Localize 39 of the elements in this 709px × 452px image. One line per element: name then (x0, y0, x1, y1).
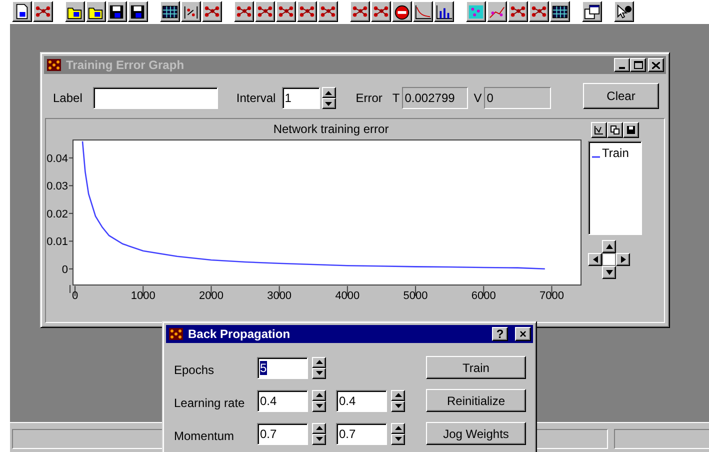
validation-label: V (474, 91, 482, 105)
clear-button[interactable]: Clear (583, 83, 659, 109)
number-field[interactable]: 0.7 (257, 422, 308, 444)
error-label: Error (356, 91, 382, 105)
dialog-title: Back Propagation (188, 327, 292, 341)
field-label: Epochs (174, 362, 216, 376)
field-label: Interval (236, 91, 276, 105)
number-field[interactable]: 0.4 (336, 390, 387, 412)
y-tick-label: 0.03 (46, 180, 68, 193)
y-tick-label: 0.01 (46, 236, 68, 248)
y-tick-label: 0.02 (46, 208, 68, 220)
action-button[interactable]: Train (426, 356, 526, 379)
chart-title: Network training error (273, 121, 389, 137)
x-tick-label: 3000 (267, 290, 292, 302)
field-label: Momentum (174, 428, 236, 442)
action-button[interactable]: Jog Weights (426, 422, 526, 445)
y-tick-label: 0 (62, 264, 68, 276)
x-tick-label: 5000 (403, 290, 428, 302)
number-field[interactable]: 0.4 (257, 390, 308, 412)
x-tick-label: 7000 (540, 290, 564, 302)
number-field[interactable]: 5 (257, 356, 308, 378)
y-tick-label: 0.04 (46, 152, 68, 165)
x-tick-label: 4000 (335, 290, 360, 302)
x-tick-label: 2000 (198, 290, 224, 302)
field-label: Learning rate (174, 394, 246, 410)
validation-error-field: 0 (484, 87, 551, 109)
close-button[interactable]: × (515, 327, 531, 341)
train-label: T (392, 91, 400, 105)
field-label: Label (53, 91, 82, 105)
x-tick-label: 1000 (130, 290, 156, 302)
number-field[interactable]: 0.7 (336, 422, 387, 444)
x-tick-label: 6000 (471, 290, 496, 302)
help-button[interactable]: ? (492, 327, 508, 341)
window-title: Training Error Graph (66, 58, 186, 72)
legend-label: Train (602, 146, 629, 160)
x-tick-label: 0 (72, 290, 78, 302)
action-button[interactable]: Reinitialize (426, 389, 526, 412)
train-error-field: 0.002799 (402, 87, 468, 109)
interval-field[interactable]: 1 (282, 87, 320, 109)
